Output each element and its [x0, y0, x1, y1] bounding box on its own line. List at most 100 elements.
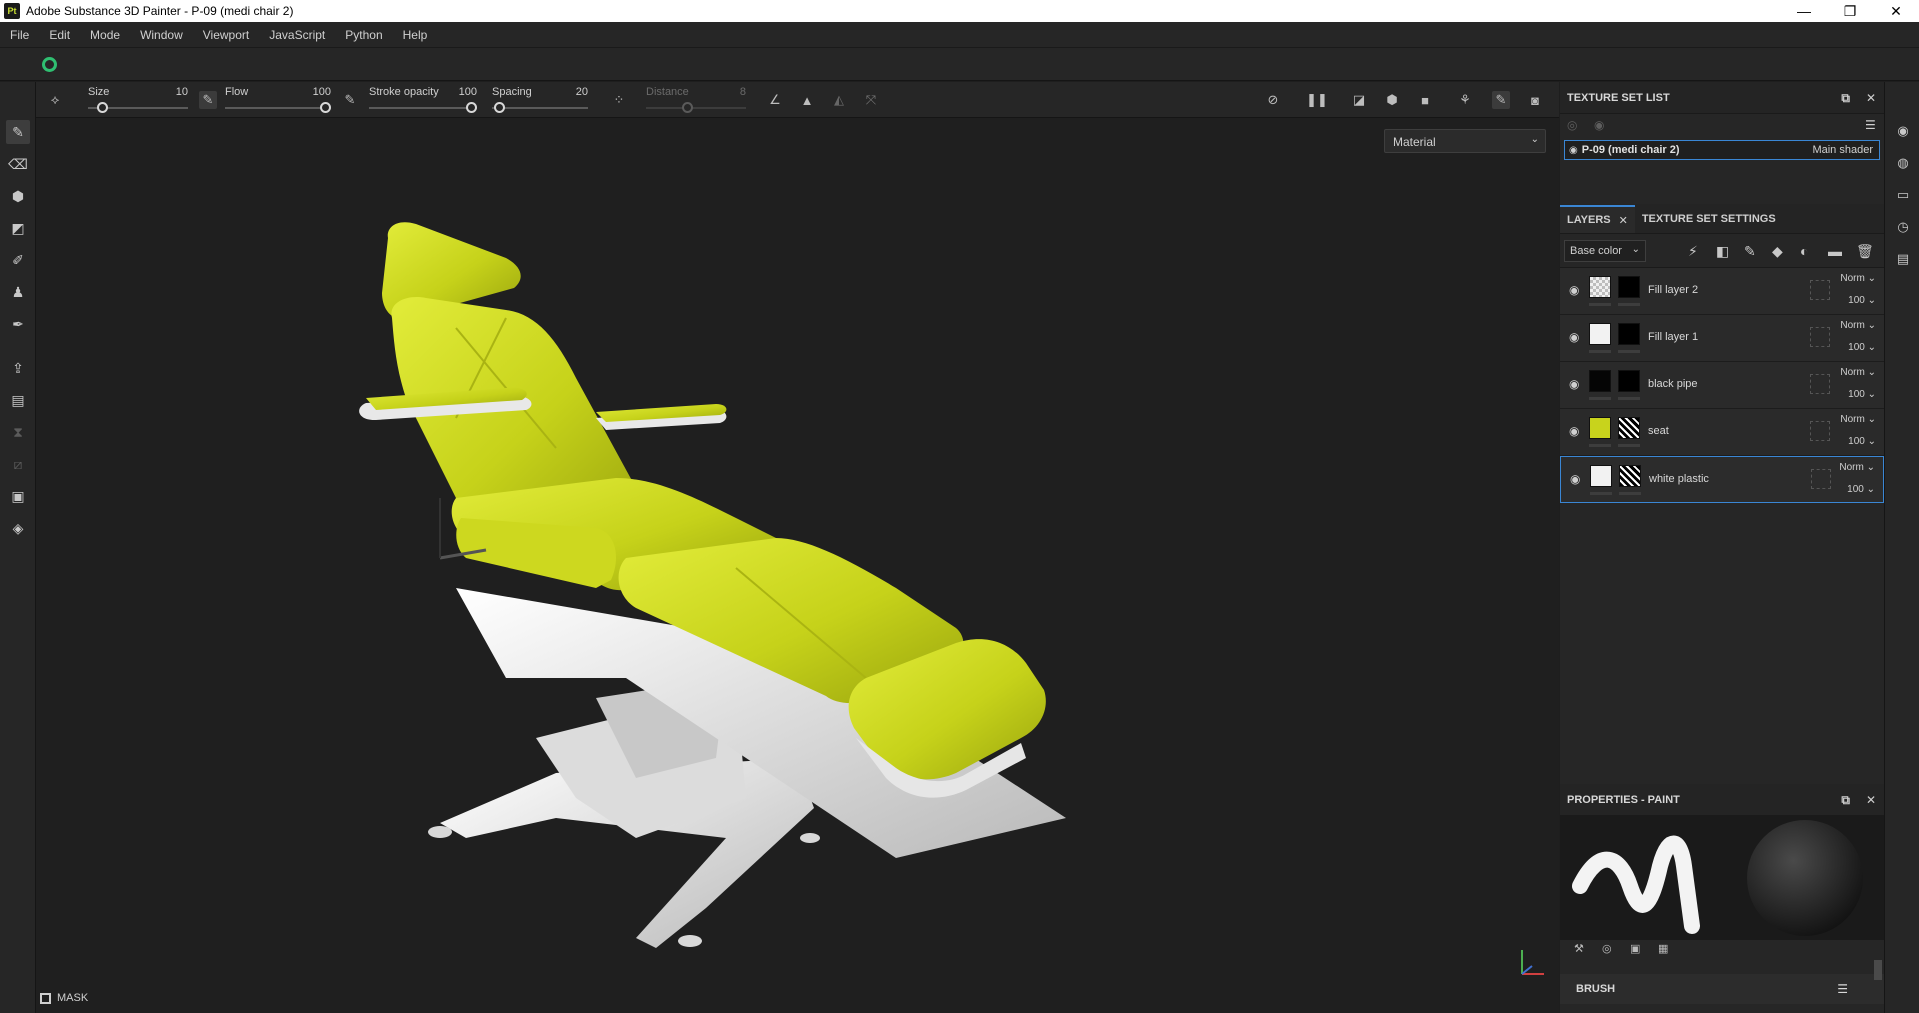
stroke-opacity-slider-knob[interactable]: [466, 102, 477, 113]
mask-checkbox-icon[interactable]: [40, 992, 51, 1004]
add-effect-icon[interactable]: ⚡: [1688, 243, 1698, 260]
view-3d-cube-icon[interactable]: ⬢: [1383, 91, 1401, 109]
smudge-tool-icon[interactable]: ✐: [6, 248, 30, 272]
layer-geometry-mask-icon[interactable]: [1810, 374, 1830, 394]
tab-texture-set-settings[interactable]: TEXTURE SET SETTINGS: [1635, 205, 1783, 233]
blend-mode-dropdown[interactable]: Norm ⌄: [1840, 273, 1876, 284]
layer-geometry-mask-icon[interactable]: [1810, 280, 1830, 300]
history-icon[interactable]: ◷: [1894, 218, 1912, 236]
layer-thumbnail[interactable]: [1589, 370, 1611, 392]
menu-help[interactable]: Help: [393, 28, 438, 42]
line-curve-icon[interactable]: ∠: [766, 91, 784, 109]
opacity-dropdown[interactable]: 100 ⌄: [1848, 389, 1876, 400]
screenshot-camera-icon[interactable]: ◙: [1526, 91, 1544, 109]
layer-name[interactable]: seat: [1648, 425, 1669, 437]
delete-layer-icon[interactable]: 🗑: [1856, 243, 1874, 260]
assets-icon[interactable]: ▭: [1894, 186, 1912, 204]
projection-tool-icon[interactable]: ⬢: [6, 184, 30, 208]
blend-mode-dropdown[interactable]: Norm ⌄: [1840, 320, 1876, 331]
menu-window[interactable]: Window: [130, 28, 193, 42]
layer-thumbnail[interactable]: [1590, 465, 1612, 487]
layer-geometry-mask-icon[interactable]: [1810, 421, 1830, 441]
channel-dropdown[interactable]: Base color ⌄: [1564, 240, 1646, 262]
plugin-ring-icon[interactable]: [42, 57, 57, 72]
brush-menu-icon[interactable]: ☰: [1837, 982, 1848, 996]
menu-python[interactable]: Python: [335, 28, 392, 42]
brush-alignment-icon[interactable]: ⟡: [46, 91, 64, 109]
log-icon[interactable]: ▤: [1894, 250, 1912, 268]
flow-param[interactable]: Flow 100: [225, 85, 335, 115]
screenshot-tool-icon[interactable]: ▣: [6, 484, 30, 508]
flow-value[interactable]: 100: [313, 86, 331, 98]
menu-edit[interactable]: Edit: [39, 28, 80, 42]
3d-viewport[interactable]: Material ⌄ MASK: [36, 118, 1559, 1013]
menu-javascript[interactable]: JavaScript: [259, 28, 335, 42]
layer-row[interactable]: ◉ black pipe Norm ⌄ 100 ⌄: [1560, 362, 1884, 409]
bake-tool-icon[interactable]: ▤: [6, 388, 30, 412]
undock-icon[interactable]: ⧉: [1841, 793, 1850, 808]
layer-thumbnail[interactable]: [1589, 276, 1611, 298]
add-mask-icon[interactable]: ◧: [1716, 243, 1729, 260]
color-picker-tool-icon[interactable]: ✒: [6, 312, 30, 336]
layer-name[interactable]: white plastic: [1649, 473, 1709, 485]
size-param[interactable]: Size 10: [88, 85, 192, 115]
shader-name[interactable]: Main shader: [1812, 144, 1873, 156]
layer-row[interactable]: ◉ Fill layer 2 Norm ⌄ 100 ⌄: [1560, 268, 1884, 315]
eye-icon[interactable]: ◉: [1569, 145, 1578, 156]
menu-file[interactable]: File: [0, 28, 39, 42]
export-tool-icon[interactable]: ⇪: [6, 356, 30, 380]
maximize-button[interactable]: ❐: [1827, 0, 1873, 22]
show-all-icon[interactable]: ◉: [1594, 118, 1604, 132]
layer-row[interactable]: ◉ seat Norm ⌄ 100 ⌄: [1560, 409, 1884, 456]
eye-icon[interactable]: ◉: [1570, 472, 1580, 486]
layer-mask-thumbnail[interactable]: [1619, 465, 1641, 487]
blend-mode-dropdown[interactable]: Norm ⌄: [1840, 367, 1876, 378]
layer-thumbnail[interactable]: [1589, 323, 1611, 345]
tab-layers[interactable]: LAYERS ✕: [1560, 205, 1635, 233]
camera-video-icon[interactable]: ■: [1416, 91, 1434, 109]
blend-mode-dropdown[interactable]: Norm ⌄: [1839, 462, 1875, 473]
hide-all-icon[interactable]: ◎: [1567, 118, 1577, 132]
spacing-value[interactable]: 20: [576, 86, 588, 98]
transform-icon[interactable]: ⤧: [862, 91, 880, 109]
opacity-dropdown[interactable]: 100 ⌄: [1847, 484, 1875, 495]
flow-pen-icon[interactable]: ✎: [199, 91, 217, 109]
paint-brush-tool-icon[interactable]: ✎: [6, 120, 30, 144]
stroke-pen-icon[interactable]: ✎: [341, 91, 359, 109]
shader-settings-icon[interactable]: ◍: [1894, 154, 1912, 172]
layer-mask-thumbnail[interactable]: [1618, 276, 1640, 298]
properties-scrollbar[interactable]: [1874, 960, 1882, 980]
eye-icon[interactable]: ◉: [1569, 283, 1579, 297]
layer-row[interactable]: ◉ white plastic Norm ⌄ 100 ⌄: [1560, 456, 1884, 503]
layer-name[interactable]: Fill layer 2: [1648, 284, 1698, 296]
blend-mode-dropdown[interactable]: Norm ⌄: [1840, 414, 1876, 425]
stroke-opacity-param[interactable]: Stroke opacity 100: [369, 85, 481, 115]
menu-viewport[interactable]: Viewport: [193, 28, 259, 42]
add-folder-icon[interactable]: ▬: [1828, 243, 1842, 259]
flow-slider-knob[interactable]: [320, 102, 331, 113]
undock-icon[interactable]: ⧉: [1841, 91, 1850, 106]
layer-geometry-mask-icon[interactable]: [1811, 469, 1831, 489]
view-2d-icon[interactable]: ◪: [1350, 91, 1368, 109]
layer-mask-thumbnail[interactable]: [1618, 370, 1640, 392]
opacity-dropdown[interactable]: 100 ⌄: [1848, 436, 1876, 447]
spacing-slider-knob[interactable]: [494, 102, 505, 113]
pause-icon[interactable]: ❚❚: [1306, 91, 1328, 109]
stencil-icon[interactable]: ▣: [1630, 942, 1640, 955]
opacity-dropdown[interactable]: 100 ⌄: [1848, 342, 1876, 353]
spacing-param[interactable]: Spacing 20: [492, 85, 592, 115]
add-smart-material-icon[interactable]: ◐: [1800, 243, 1808, 259]
layer-mask-thumbnail[interactable]: [1618, 323, 1640, 345]
mask-toggle[interactable]: MASK: [40, 992, 88, 1004]
eye-icon[interactable]: ◉: [1569, 377, 1579, 391]
close-window-button[interactable]: ✕: [1873, 0, 1919, 22]
stroke-opacity-value[interactable]: 100: [459, 86, 477, 98]
layer-mask-thumbnail[interactable]: [1618, 417, 1640, 439]
add-fill-layer-icon[interactable]: ◆: [1772, 243, 1783, 260]
minimize-button[interactable]: —: [1781, 0, 1827, 22]
hide-icon[interactable]: ⊘: [1264, 91, 1282, 109]
eye-icon[interactable]: ◉: [1569, 424, 1579, 438]
layer-thumbnail[interactable]: [1589, 417, 1611, 439]
layer-geometry-mask-icon[interactable]: [1810, 327, 1830, 347]
clone-tool-icon[interactable]: ♟: [6, 280, 30, 304]
